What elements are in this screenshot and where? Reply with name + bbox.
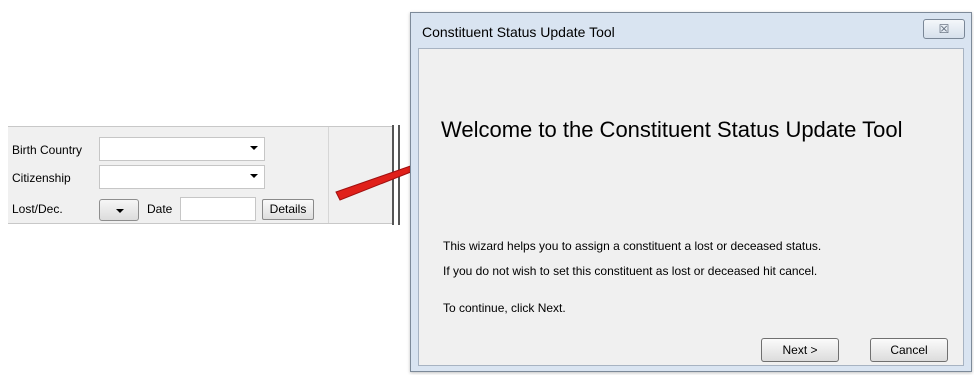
dialog-title: Constituent Status Update Tool — [422, 24, 615, 40]
chevron-down-icon — [250, 146, 258, 150]
close-button[interactable]: ☒ — [923, 19, 965, 39]
chevron-down-icon — [116, 209, 124, 213]
dialog-titlebar: Constituent Status Update Tool ☒ — [411, 13, 971, 49]
cancel-button[interactable]: Cancel — [870, 338, 948, 362]
close-icon: ☒ — [938, 22, 950, 36]
date-field[interactable] — [180, 197, 256, 221]
next-button[interactable]: Next > — [761, 338, 839, 362]
panel-divider — [328, 127, 329, 223]
description-line-1: This wizard helps you to assign a consti… — [443, 239, 822, 253]
wizard-dialog: Constituent Status Update Tool ☒ Welcome… — [410, 12, 972, 372]
birth-country-label: Birth Country — [12, 143, 83, 157]
citizenship-label: Citizenship — [12, 171, 71, 185]
lost-dec-label: Lost/Dec. — [12, 202, 63, 216]
birth-country-combo[interactable] — [99, 137, 265, 161]
date-label: Date — [147, 202, 173, 216]
description-line-2: If you do not wish to set this constitue… — [443, 264, 818, 278]
continue-instruction: To continue, click Next. — [443, 301, 566, 315]
chevron-down-icon — [250, 174, 258, 178]
lost-dec-combo[interactable] — [99, 199, 139, 221]
dialog-content: Welcome to the Constituent Status Update… — [418, 48, 964, 366]
citizenship-combo[interactable] — [99, 165, 265, 189]
welcome-heading: Welcome to the Constituent Status Update… — [441, 117, 903, 142]
details-button[interactable]: Details — [262, 199, 314, 220]
